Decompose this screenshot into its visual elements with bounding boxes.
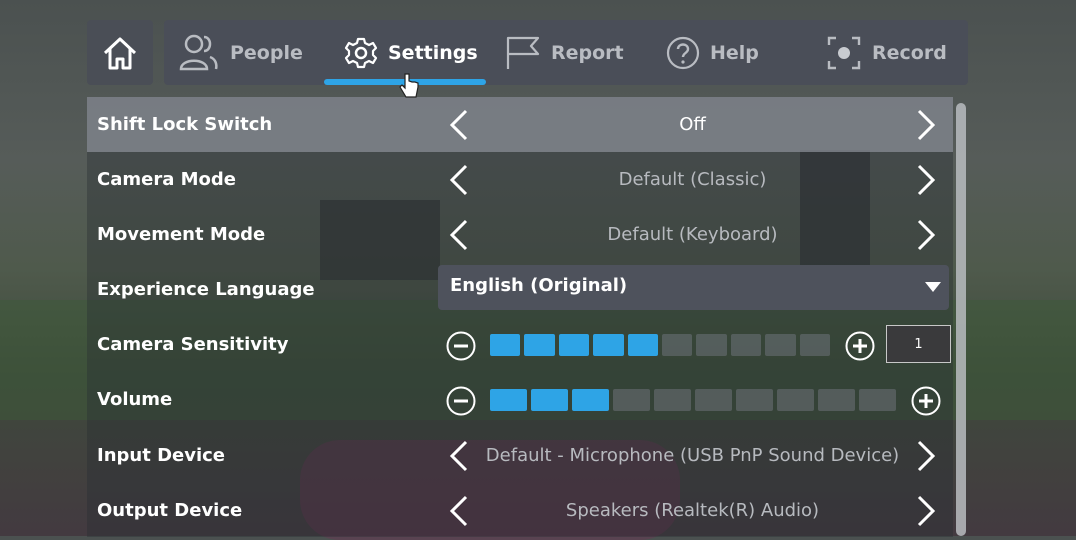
setting-value: Default - Microphone (USB PnP Sound Devi… xyxy=(485,445,900,466)
tab-people[interactable]: People xyxy=(178,20,303,85)
chevron-left-icon[interactable] xyxy=(444,219,474,251)
chevron-left-icon[interactable] xyxy=(444,440,474,472)
record-icon xyxy=(827,36,861,69)
setting-row-camera-mode[interactable]: Camera Mode Default (Classic) xyxy=(87,152,953,207)
chevron-left-icon[interactable] xyxy=(444,164,474,196)
slider-segment-empty[interactable] xyxy=(695,389,732,411)
slider-segment-empty[interactable] xyxy=(765,334,796,356)
tab-help[interactable]: Help xyxy=(666,20,759,85)
gear-icon xyxy=(344,37,378,68)
mouse-cursor-icon xyxy=(399,73,419,98)
setting-value: Off xyxy=(679,114,706,135)
dropdown-value: English (Original) xyxy=(450,275,628,296)
slider-segment-filled[interactable] xyxy=(490,389,527,411)
chevron-right-icon[interactable] xyxy=(911,495,941,527)
setting-label: Input Device xyxy=(97,445,226,466)
slider-segment-filled[interactable] xyxy=(593,334,624,356)
tab-report-label: Report xyxy=(551,41,624,64)
slider-segment-empty[interactable] xyxy=(696,334,727,356)
tab-people-label: People xyxy=(230,41,303,64)
minus-circle-icon[interactable] xyxy=(446,331,476,361)
language-dropdown[interactable]: English (Original) xyxy=(438,265,949,310)
slider-segment-filled[interactable] xyxy=(627,334,658,356)
setting-row-movement-mode[interactable]: Movement Mode Default (Keyboard) xyxy=(87,207,953,262)
slider-segment-empty[interactable] xyxy=(736,389,773,411)
slider-segment-empty[interactable] xyxy=(654,389,691,411)
chevron-right-icon[interactable] xyxy=(911,440,941,472)
tab-record-label: Record xyxy=(872,41,947,64)
chevron-left-icon[interactable] xyxy=(444,495,474,527)
chevron-right-icon[interactable] xyxy=(911,164,941,196)
setting-row-input-device[interactable]: Input Device Default - Microphone (USB P… xyxy=(87,428,953,483)
plus-circle-icon[interactable] xyxy=(845,331,875,361)
home-button[interactable] xyxy=(87,20,153,85)
caret-down-icon xyxy=(925,282,941,292)
setting-label: Experience Language xyxy=(97,279,315,300)
setting-value: Default (Keyboard) xyxy=(607,224,778,245)
tab-help-label: Help xyxy=(710,41,759,64)
slider-segment-empty[interactable] xyxy=(662,334,693,356)
scrollbar[interactable] xyxy=(956,103,966,536)
slider-segment-empty[interactable] xyxy=(777,389,814,411)
slider-segment-empty[interactable] xyxy=(613,389,650,411)
slider-segment-filled[interactable] xyxy=(572,389,609,411)
slider-segment-empty[interactable] xyxy=(730,334,762,356)
setting-row-shift-lock[interactable]: Shift Lock Switch Off xyxy=(87,97,953,152)
setting-value: Speakers (Realtek(R) Audio) xyxy=(565,500,820,521)
people-icon xyxy=(179,34,218,70)
slider-segment-empty[interactable] xyxy=(818,389,855,411)
setting-label: Camera Mode xyxy=(97,169,236,190)
minus-circle-icon[interactable] xyxy=(446,386,476,416)
tab-settings-label: Settings xyxy=(388,41,478,64)
slider-segment-empty[interactable] xyxy=(799,334,830,356)
setting-label: Movement Mode xyxy=(97,224,266,245)
chevron-left-icon[interactable] xyxy=(444,109,474,141)
flag-icon xyxy=(506,36,540,69)
slider-segment-empty[interactable] xyxy=(859,389,896,411)
setting-label: Output Device xyxy=(97,500,243,521)
tab-record[interactable]: Record xyxy=(826,20,947,85)
slider-segment-filled[interactable] xyxy=(524,334,555,356)
setting-label: Camera Sensitivity xyxy=(97,334,289,355)
question-icon xyxy=(666,36,700,69)
plus-circle-icon[interactable] xyxy=(911,386,941,416)
setting-label: Shift Lock Switch xyxy=(97,114,273,135)
chevron-right-icon[interactable] xyxy=(911,109,941,141)
tab-report[interactable]: Report xyxy=(505,20,624,85)
slider-segment-filled[interactable] xyxy=(558,334,590,356)
setting-label: Volume xyxy=(97,389,173,410)
home-icon xyxy=(103,37,137,69)
camera-sensitivity-input[interactable]: 1 xyxy=(886,325,951,363)
chevron-right-icon[interactable] xyxy=(911,219,941,251)
setting-row-output-device[interactable]: Output Device Speakers (Realtek(R) Audio… xyxy=(87,483,953,538)
slider-segment-filled[interactable] xyxy=(531,389,568,411)
slider-segment-filled[interactable] xyxy=(490,334,521,356)
setting-value: Default (Classic) xyxy=(618,169,767,190)
